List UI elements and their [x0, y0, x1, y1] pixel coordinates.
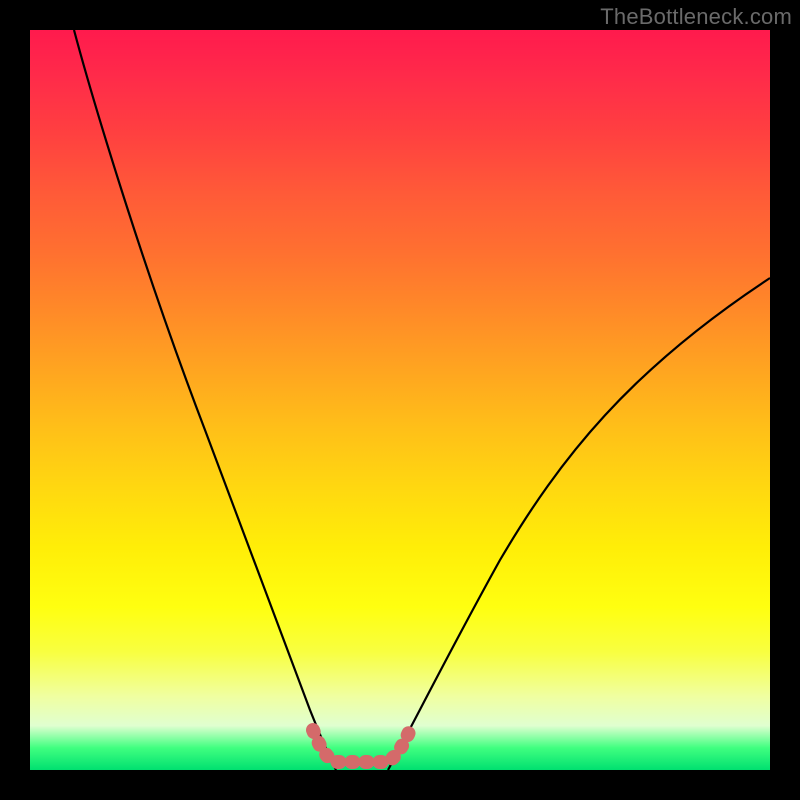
curve-right-branch: [388, 278, 770, 770]
watermark-text: TheBottleneck.com: [600, 4, 792, 30]
curve-left-branch: [74, 30, 336, 770]
curve-layer: [30, 30, 770, 770]
valley-highlight: [313, 730, 410, 762]
plot-area: [30, 30, 770, 770]
chart-frame: TheBottleneck.com: [0, 0, 800, 800]
